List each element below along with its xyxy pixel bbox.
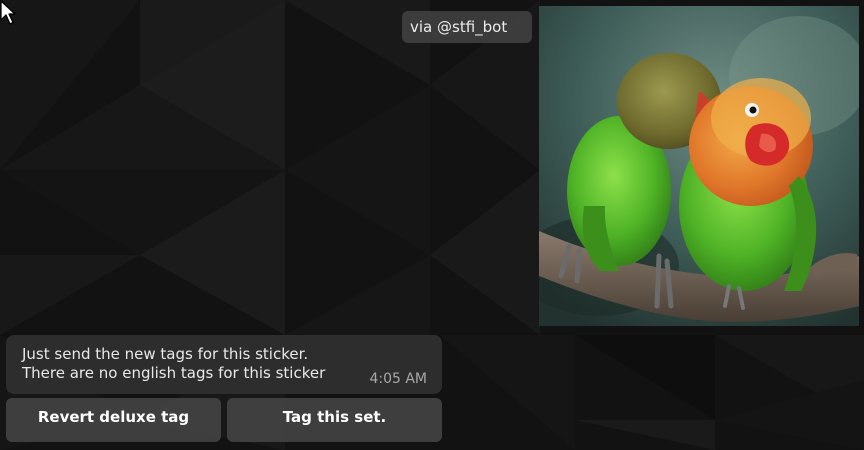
message-text-line-1: Just send the new tags for this sticker. (22, 345, 309, 363)
arrow-cursor-icon (0, 0, 16, 25)
sticker-image[interactable] (539, 6, 859, 326)
revert-deluxe-tag-button[interactable]: Revert deluxe tag (6, 398, 221, 442)
bot-message: Just send the new tags for this sticker.… (6, 335, 442, 394)
via-bot-badge[interactable]: via @stfi_bot (402, 11, 532, 43)
message-timestamp: 4:05 AM (369, 371, 427, 387)
message-text-line-2: There are no english tags for this stick… (22, 364, 326, 382)
tag-this-set-button[interactable]: Tag this set. (227, 398, 442, 442)
lovebirds-sticker-picture (539, 6, 859, 326)
